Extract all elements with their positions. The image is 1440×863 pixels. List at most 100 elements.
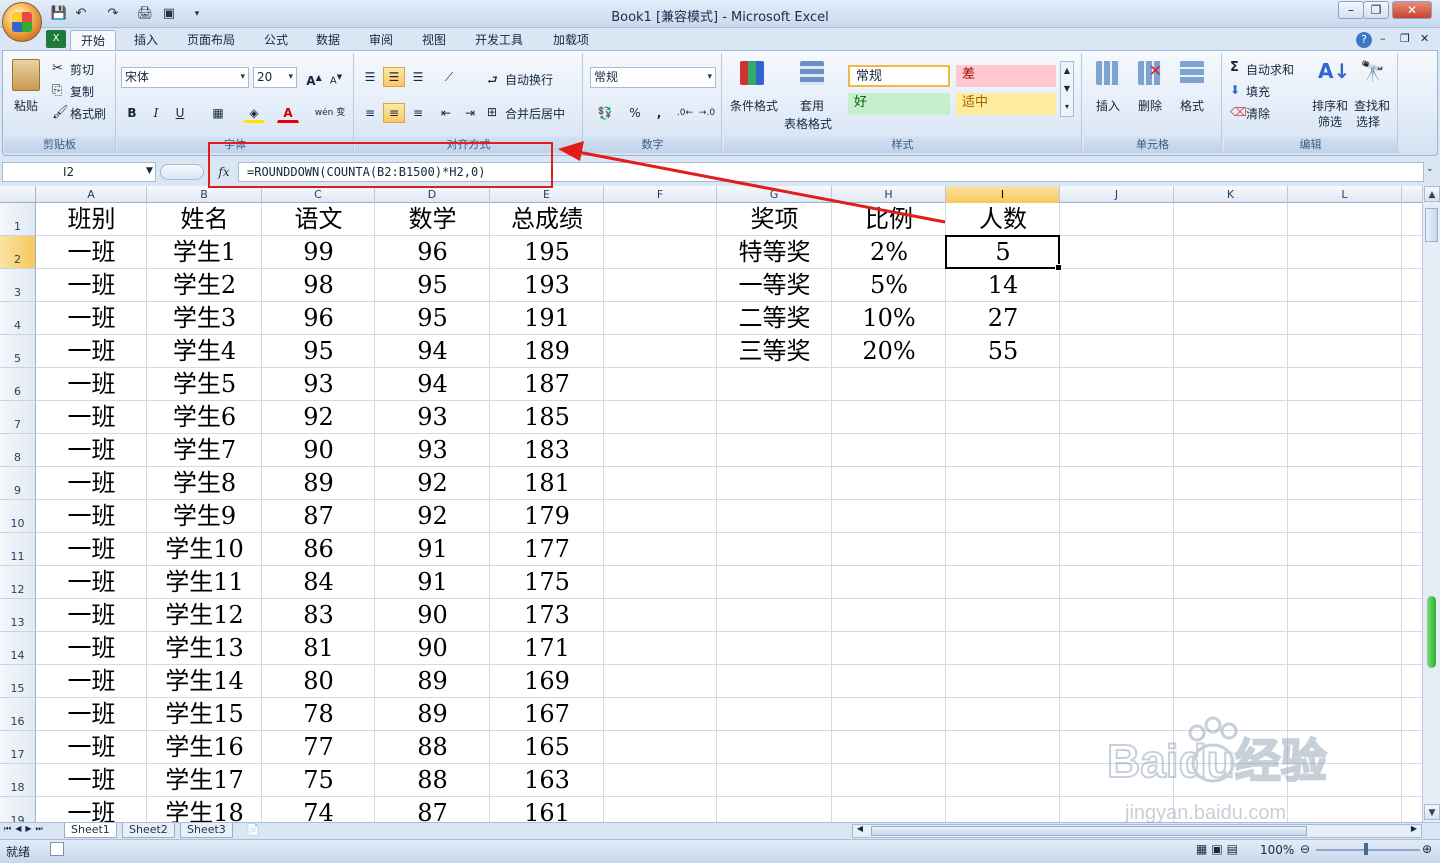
scroll-thumb[interactable] — [1425, 208, 1438, 242]
award-cell[interactable]: 二等奖 — [717, 302, 832, 335]
data-cell[interactable]: 一班 — [36, 566, 147, 599]
align-bottom-icon[interactable]: ☰ — [407, 67, 429, 87]
data-cell[interactable]: 学生8 — [147, 467, 262, 500]
data-cell[interactable]: 学生1 — [147, 236, 262, 269]
data-cell[interactable]: 169 — [490, 665, 604, 698]
row-header-11[interactable]: 11 — [0, 533, 36, 566]
data-cell[interactable]: 一班 — [36, 302, 147, 335]
view-buttons-icon[interactable]: ▦▣▤ — [1196, 842, 1242, 856]
award-cell[interactable]: 2% — [832, 236, 946, 269]
data-cell[interactable]: 78 — [262, 698, 375, 731]
scroll-left-icon[interactable]: ◀ — [853, 824, 867, 833]
close-button[interactable]: ✕ — [1392, 1, 1432, 19]
row-header-10[interactable]: 10 — [0, 500, 36, 533]
data-cell[interactable]: 96 — [375, 236, 490, 269]
data-cell[interactable]: 学生16 — [147, 731, 262, 764]
tab-view[interactable]: 视图 — [412, 30, 456, 51]
italic-button[interactable]: I — [145, 103, 167, 123]
font-size-combo[interactable]: 20 — [253, 67, 297, 88]
styles-scroll-icon[interactable]: ▲ ▼ ▾ — [1060, 61, 1074, 117]
award-header-cell[interactable]: 比例 — [832, 203, 946, 236]
data-cell[interactable]: 90 — [375, 632, 490, 665]
tab-addins[interactable]: 加载项 — [542, 30, 600, 51]
award-header-cell[interactable]: 奖项 — [717, 203, 832, 236]
data-cell[interactable]: 75 — [262, 764, 375, 797]
sort-filter-button[interactable]: 排序和 — [1312, 97, 1348, 114]
sheet-nav-icon[interactable]: ⏮◀▶⏭ — [4, 824, 47, 834]
data-cell[interactable]: 学生5 — [147, 368, 262, 401]
data-cell[interactable]: 一班 — [36, 698, 147, 731]
data-cell[interactable]: 学生17 — [147, 764, 262, 797]
data-cell[interactable]: 一班 — [36, 467, 147, 500]
scroll-up-icon[interactable]: ▲ — [1424, 186, 1440, 202]
vertical-scrollbar[interactable]: ▲ ▼ — [1422, 186, 1440, 822]
data-cell[interactable]: 一班 — [36, 236, 147, 269]
align-left-icon[interactable]: ≡ — [359, 103, 381, 123]
data-cell[interactable]: 87 — [262, 500, 375, 533]
data-cell[interactable]: 99 — [262, 236, 375, 269]
data-cell[interactable]: 学生14 — [147, 665, 262, 698]
data-cell[interactable]: 94 — [375, 368, 490, 401]
currency-icon[interactable]: 💱 — [590, 103, 620, 123]
row-header-17[interactable]: 17 — [0, 731, 36, 764]
office-button[interactable] — [2, 2, 42, 42]
column-header-c[interactable]: C — [262, 186, 375, 203]
data-cell[interactable]: 一班 — [36, 533, 147, 566]
row-header-5[interactable]: 5 — [0, 335, 36, 368]
find-select-button[interactable]: 查找和 — [1354, 97, 1390, 114]
row-header-18[interactable]: 18 — [0, 764, 36, 797]
data-cell[interactable]: 一班 — [36, 500, 147, 533]
data-cell[interactable]: 95 — [375, 269, 490, 302]
data-cell[interactable]: 学生10 — [147, 533, 262, 566]
zoom-level[interactable]: 100% — [1260, 843, 1294, 857]
data-cell[interactable]: 90 — [375, 599, 490, 632]
phonetic-icon[interactable]: wén 变 — [313, 103, 347, 123]
data-cell[interactable]: 189 — [490, 335, 604, 368]
data-cell[interactable]: 一班 — [36, 335, 147, 368]
format-as-table-button[interactable]: 套用 — [800, 97, 824, 114]
data-cell[interactable]: 191 — [490, 302, 604, 335]
column-header-g[interactable]: G — [717, 186, 832, 203]
style-good[interactable]: 好 — [848, 93, 950, 115]
data-cell[interactable]: 86 — [262, 533, 375, 566]
comma-button[interactable]: , — [648, 103, 670, 123]
column-header-k[interactable]: K — [1174, 186, 1288, 203]
data-cell[interactable]: 93 — [375, 434, 490, 467]
ribbon-close-icon[interactable]: ✕ — [1420, 32, 1429, 45]
row-header-7[interactable]: 7 — [0, 401, 36, 434]
wrap-text-button[interactable]: 自动换行 — [505, 71, 553, 88]
data-cell[interactable]: 98 — [262, 269, 375, 302]
tab-home[interactable]: 开始 — [70, 30, 116, 51]
column-header-d[interactable]: D — [375, 186, 490, 203]
tab-insert[interactable]: 插入 — [124, 30, 168, 51]
align-middle-icon[interactable]: ☰ — [383, 67, 405, 87]
sheet-tab-1[interactable]: Sheet1 — [64, 823, 117, 838]
data-cell[interactable]: 92 — [262, 401, 375, 434]
row-header-13[interactable]: 13 — [0, 599, 36, 632]
border-icon[interactable]: ▦ — [207, 103, 229, 123]
conditional-format-button[interactable]: 条件格式 — [730, 97, 778, 114]
data-cell[interactable]: 89 — [375, 665, 490, 698]
font-color-icon[interactable]: A — [277, 103, 299, 123]
find-select-label2[interactable]: 选择 — [1356, 113, 1380, 130]
align-center-icon[interactable]: ≡ — [383, 103, 405, 123]
scroll-right-icon[interactable]: ▶ — [1407, 824, 1421, 833]
orientation-icon[interactable]: ⟋ — [435, 67, 463, 87]
fill-color-icon[interactable]: ◈ — [243, 103, 265, 123]
data-cell[interactable]: 95 — [262, 335, 375, 368]
scroll-down-icon[interactable]: ▼ — [1424, 804, 1440, 820]
font-name-combo[interactable]: 宋体 — [121, 67, 249, 88]
style-neutral[interactable]: 适中 — [956, 93, 1056, 115]
style-bad[interactable]: 差 — [956, 65, 1056, 87]
format-as-table-label2[interactable]: 表格格式 — [784, 115, 832, 132]
tab-page-layout[interactable]: 页面布局 — [176, 30, 246, 51]
header-cell[interactable]: 班别 — [36, 203, 147, 236]
data-cell[interactable]: 94 — [375, 335, 490, 368]
sort-filter-label2[interactable]: 筛选 — [1318, 113, 1342, 130]
ribbon-minimize-icon[interactable]: – — [1380, 32, 1386, 45]
data-cell[interactable]: 183 — [490, 434, 604, 467]
data-cell[interactable]: 92 — [375, 467, 490, 500]
data-cell[interactable]: 学生2 — [147, 269, 262, 302]
insert-sheet-icon[interactable]: 📄 — [246, 823, 260, 836]
increase-decimal-icon[interactable]: .0← — [674, 103, 696, 123]
